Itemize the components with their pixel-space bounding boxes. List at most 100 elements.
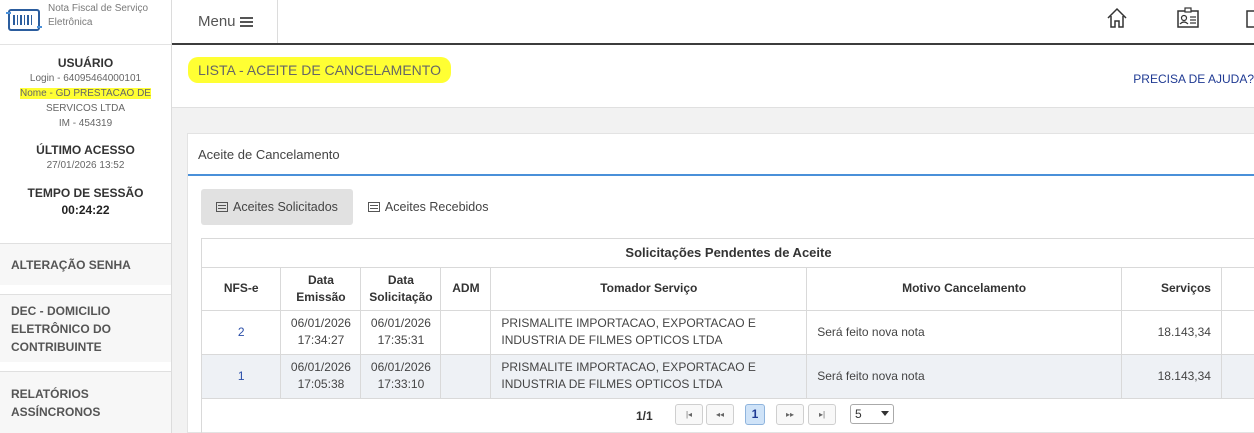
emission-date-cell: 06/01/2026 17:05:38 bbox=[280, 354, 362, 399]
col-header-service-taker: Tomador Serviço bbox=[490, 267, 808, 311]
sidebar-item-async-reports[interactable]: RELATÓRIOS ASSÍNCRONOS bbox=[0, 371, 171, 433]
nfse-cell: 2 bbox=[202, 310, 282, 355]
page-header: LISTA - ACEITE DE CANCELAMENTO PRECISA D… bbox=[172, 45, 1254, 108]
col-header-nfse: NFS-e bbox=[202, 267, 282, 311]
adm-cell bbox=[440, 310, 492, 355]
service-taker-line2: INDUSTRIA DE FILMES OPTICOS LTDA bbox=[501, 377, 723, 391]
next-page-button[interactable]: ▸▸ bbox=[776, 403, 804, 425]
col-header-extra bbox=[1221, 267, 1254, 311]
app-logo[interactable]: Nota Fiscal de Serviço Eletrônica bbox=[0, 0, 171, 45]
chevron-down-icon bbox=[881, 410, 889, 416]
col-header-request-date: Data Solicitação bbox=[360, 267, 442, 311]
id-card-icon[interactable] bbox=[1177, 6, 1199, 30]
col-header-line1: Data bbox=[387, 272, 414, 287]
col-header-adm: ADM bbox=[440, 267, 492, 311]
tab-label: Aceites Recebidos bbox=[384, 200, 489, 214]
col-header-line2: Emissão bbox=[296, 289, 346, 304]
table-caption: Solicitações Pendentes de Aceite bbox=[202, 239, 1254, 268]
session-title: TEMPO DE SESSÃO bbox=[27, 186, 144, 200]
user-im: IM - 454319 bbox=[58, 118, 113, 129]
user-name-line2: SERVICOS LTDA bbox=[45, 103, 126, 114]
hamburger-icon bbox=[239, 15, 253, 29]
services-value-cell: 18.143,34 bbox=[1121, 310, 1222, 355]
help-link[interactable]: PRECISA DE AJUDA? bbox=[1133, 72, 1254, 86]
sidebar-item-dec[interactable]: DEC - DOMICILIO ELETRÔNICO DO CONTRIBUIN… bbox=[0, 294, 171, 362]
service-taker-line2: INDUSTRIA DE FILMES OPTICOS LTDA bbox=[501, 333, 723, 347]
adm-cell bbox=[440, 354, 492, 399]
time-text: 17:35:31 bbox=[377, 333, 425, 347]
emission-date-cell: 06/01/2026 17:34:27 bbox=[280, 310, 362, 355]
pagination: 1/1 |◂ ◂◂ 1 ▸▸ ▸| 5 bbox=[202, 399, 1254, 433]
date-text: 06/01/2026 bbox=[370, 360, 431, 374]
current-page-button[interactable]: 1 bbox=[745, 403, 765, 425]
user-info: USUÁRIO Login - 64095464000101 Nome - GD… bbox=[0, 45, 171, 219]
col-header-line1: Data bbox=[307, 272, 334, 287]
col-header-cancel-reason: Motivo Cancelamento bbox=[806, 267, 1123, 311]
service-taker-cell: PRISMALITE IMPORTACAO, EXPORTACAO E INDU… bbox=[490, 354, 808, 399]
service-taker-line1: PRISMALITE IMPORTACAO, EXPORTACAO E bbox=[501, 316, 756, 330]
tab-received-accepts[interactable]: Aceites Recebidos bbox=[353, 189, 504, 225]
invoice-barcode-icon bbox=[6, 9, 42, 31]
time-text: 17:33:10 bbox=[377, 377, 425, 391]
service-taker-cell: PRISMALITE IMPORTACAO, EXPORTACAO E INDU… bbox=[490, 310, 808, 355]
app-name-line1: Nota Fiscal de Serviço bbox=[48, 3, 149, 14]
cancel-reason-cell: Será feito nova nota bbox=[806, 310, 1123, 355]
tabs: Aceites Solicitados Aceites Recebidos bbox=[201, 189, 503, 225]
page-size-value: 5 bbox=[855, 406, 862, 421]
extra-cell bbox=[1221, 310, 1254, 355]
first-page-button[interactable]: |◂ bbox=[675, 403, 703, 425]
nfse-link[interactable]: 2 bbox=[238, 325, 245, 339]
sidebar-item-label-line2: ELETRÔNICO DO bbox=[11, 321, 112, 336]
request-date-cell: 06/01/2026 17:35:31 bbox=[360, 310, 442, 355]
document-icon[interactable] bbox=[1246, 6, 1254, 30]
user-name-line1: Nome - GD PRESTACAO DE bbox=[20, 88, 151, 99]
list-icon bbox=[367, 202, 380, 212]
sidebar-item-label: ALTERAÇÃO SENHA bbox=[11, 257, 131, 272]
nfse-cell: 1 bbox=[202, 354, 282, 399]
menu-button[interactable]: Menu bbox=[172, 0, 278, 43]
sidebar-item-label-line2: ASSÍNCRONOS bbox=[11, 404, 101, 419]
user-login: Login - 64095464000101 bbox=[29, 73, 142, 84]
date-text: 06/01/2026 bbox=[370, 316, 431, 330]
date-text: 06/01/2026 bbox=[290, 316, 351, 330]
app-name: Nota Fiscal de Serviço Eletrônica bbox=[48, 2, 148, 30]
sidebar-item-label-line1: RELATÓRIOS bbox=[11, 386, 89, 401]
extra-cell bbox=[1221, 354, 1254, 399]
session-timer: 00:24:22 bbox=[61, 203, 110, 217]
sidebar-item-change-password[interactable]: ALTERAÇÃO SENHA bbox=[0, 243, 171, 285]
sidebar-item-label-line3: CONTRIBUINTE bbox=[11, 339, 102, 354]
cancel-accept-panel: Aceite de Cancelamento Aceites Solicitad… bbox=[187, 133, 1254, 433]
service-taker-line1: PRISMALITE IMPORTACAO, EXPORTACAO E bbox=[501, 360, 756, 374]
page-info: 1/1 bbox=[636, 408, 653, 423]
tab-label: Aceites Solicitados bbox=[233, 200, 338, 214]
page-size-select[interactable]: 5 bbox=[850, 403, 894, 424]
list-icon bbox=[216, 202, 228, 212]
nfse-link[interactable]: 1 bbox=[238, 369, 245, 383]
top-bar: Menu bbox=[172, 0, 1254, 45]
table-row: 2 06/01/2026 17:34:27 06/01/2026 17:35:3… bbox=[202, 310, 1254, 355]
panel-title: Aceite de Cancelamento bbox=[188, 134, 1254, 176]
menu-label: Menu bbox=[198, 13, 236, 30]
services-value-cell: 18.143,34 bbox=[1121, 354, 1222, 399]
prev-page-button[interactable]: ◂◂ bbox=[706, 403, 734, 425]
col-header-emission-date: Data Emissão bbox=[280, 267, 362, 311]
tab-requested-accepts[interactable]: Aceites Solicitados bbox=[201, 189, 353, 225]
page-title: LISTA - ACEITE DE CANCELAMENTO bbox=[188, 57, 451, 83]
col-header-line2: Solicitação bbox=[369, 289, 433, 304]
request-date-cell: 06/01/2026 17:33:10 bbox=[360, 354, 442, 399]
app-name-line2: Eletrônica bbox=[48, 17, 93, 28]
last-access-title: ÚLTIMO ACESSO bbox=[36, 143, 135, 157]
cancel-reason-cell: Será feito nova nota bbox=[806, 354, 1123, 399]
sidebar: Nota Fiscal de Serviço Eletrônica USUÁRI… bbox=[0, 0, 172, 433]
table-row: 1 06/01/2026 17:05:38 06/01/2026 17:33:1… bbox=[202, 354, 1254, 399]
last-access-value: 27/01/2026 13:52 bbox=[46, 160, 125, 171]
col-header-services: Serviços bbox=[1121, 267, 1222, 311]
pending-accepts-table: Solicitações Pendentes de Aceite NFS-e D… bbox=[201, 238, 1254, 433]
home-icon[interactable] bbox=[1106, 6, 1128, 30]
last-page-button[interactable]: ▸| bbox=[808, 403, 836, 425]
time-text: 17:34:27 bbox=[297, 333, 345, 347]
time-text: 17:05:38 bbox=[297, 377, 345, 391]
sidebar-item-label-line1: DEC - DOMICILIO bbox=[11, 303, 111, 318]
date-text: 06/01/2026 bbox=[290, 360, 351, 374]
user-title: USUÁRIO bbox=[57, 56, 114, 70]
